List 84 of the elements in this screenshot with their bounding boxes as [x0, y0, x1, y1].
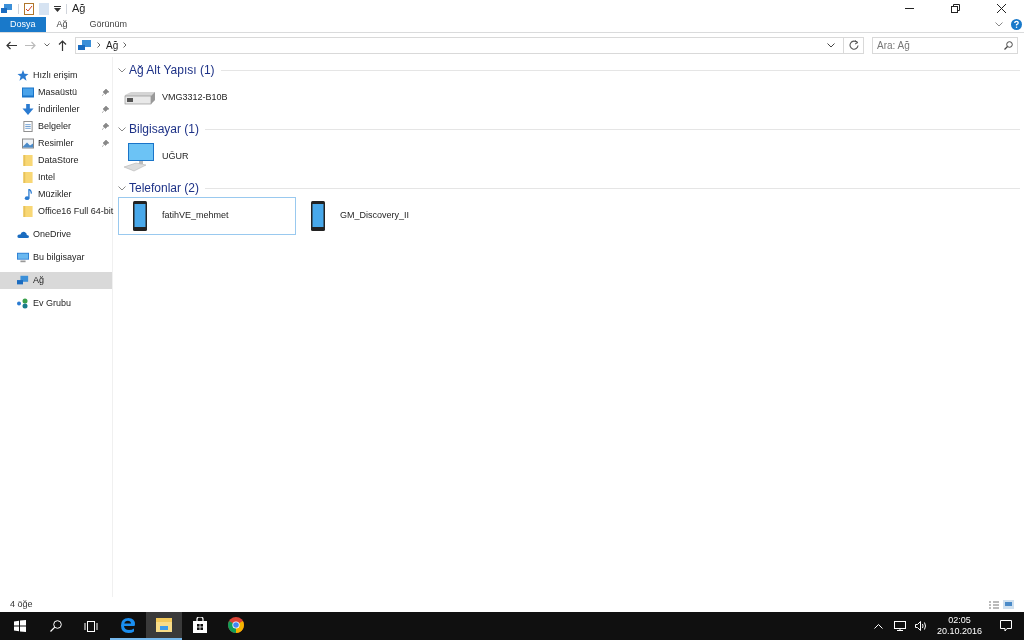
sidebar-item[interactable]: Müzikler	[0, 186, 112, 203]
windows-logo-icon	[14, 620, 26, 632]
chevron-right-icon[interactable]	[123, 42, 128, 48]
clock-date[interactable]: 20.10.2016	[936, 626, 982, 637]
pin-icon[interactable]	[102, 89, 109, 96]
dropdown-icon[interactable]	[827, 42, 835, 48]
minimize-icon	[904, 8, 914, 9]
pin-icon[interactable]	[102, 140, 109, 147]
chevron-right-icon[interactable]	[97, 42, 101, 48]
network-device-tile[interactable]: fatihVE_mehmet	[118, 197, 296, 235]
pin-icon[interactable]	[102, 123, 109, 130]
ribbon-tab[interactable]: Görünüm	[78, 17, 139, 32]
network-icon	[17, 275, 29, 286]
notification-icon	[1000, 620, 1012, 632]
close-icon	[996, 4, 1006, 13]
properties-icon[interactable]	[24, 2, 34, 15]
folder-icon	[22, 206, 34, 217]
large-icons-view-icon[interactable]	[1003, 600, 1014, 609]
back-arrow-icon[interactable]	[6, 40, 17, 50]
pin-icon[interactable]	[102, 106, 109, 113]
sidebar-item[interactable]: Masaüstü	[0, 84, 112, 101]
group-header[interactable]: Bilgisayar (1)	[129, 120, 200, 138]
ribbon-tab[interactable]: Dosya	[0, 17, 46, 32]
chrome-like-icon	[228, 617, 244, 633]
down-arrow-icon	[22, 104, 34, 115]
sidebar-item[interactable]: DataStore	[0, 152, 112, 169]
document-icon	[22, 121, 34, 132]
browser-icon	[120, 617, 136, 633]
folder-icon	[22, 155, 34, 166]
window-title: Ağ	[72, 1, 86, 17]
sidebar-item[interactable]: Hızlı erişim	[0, 67, 112, 84]
computer-icon	[124, 141, 156, 173]
desktop-icon	[22, 87, 34, 98]
item-count: 4 öğe	[10, 597, 33, 611]
task-view-icon	[84, 620, 98, 632]
sidebar-item[interactable]: Resimler	[0, 135, 112, 152]
chevron-icon[interactable]	[118, 126, 126, 132]
network-device-tile[interactable]: UĞUR	[118, 138, 296, 176]
up-arrow-icon[interactable]	[58, 39, 67, 51]
sidebar-item[interactable]: Ev Grubu	[0, 295, 112, 312]
search-icon	[50, 620, 62, 632]
star-icon	[17, 70, 29, 81]
sidebar-item[interactable]: Office16 Full 64-bit	[0, 203, 112, 220]
chevron-icon[interactable]	[118, 67, 126, 73]
sidebar-item[interactable]: OneDrive	[0, 226, 112, 243]
breadcrumb-item[interactable]: Ağ	[106, 37, 119, 53]
network-device-tile[interactable]: VMG3312-B10B	[118, 79, 296, 117]
refresh-icon[interactable]	[849, 40, 859, 50]
help-icon[interactable]	[1011, 19, 1022, 30]
network-icon	[1, 3, 13, 14]
dropdown-icon[interactable]	[54, 5, 61, 12]
phone-icon	[133, 201, 147, 231]
music-note-icon	[22, 189, 34, 200]
restore-icon	[950, 4, 960, 13]
chevron-icon[interactable]	[118, 185, 126, 191]
recent-dropdown-icon[interactable]	[44, 43, 50, 47]
phone-icon	[311, 201, 325, 231]
speaker-icon[interactable]	[914, 621, 927, 631]
network-device-tile[interactable]: GM_Discovery_II	[296, 197, 474, 235]
shopping-bag-icon	[192, 617, 208, 633]
ribbon-tab[interactable]: Ağ	[45, 17, 79, 32]
sidebar-item[interactable]: İndirilenler	[0, 101, 112, 118]
expand-ribbon-icon[interactable]	[995, 22, 1003, 27]
chevron-up-icon[interactable]	[873, 623, 883, 629]
group-header[interactable]: Telefonlar (2)	[129, 179, 200, 197]
network-tray-icon[interactable]	[893, 621, 906, 631]
cloud-icon	[17, 229, 29, 240]
folder-icon	[22, 172, 34, 183]
sidebar-item[interactable]: Belgeler	[0, 118, 112, 135]
address-bar[interactable]: Ağ	[75, 36, 864, 54]
sidebar-item[interactable]: Ağ	[0, 272, 112, 289]
network-icon	[78, 39, 92, 51]
picture-icon	[22, 138, 34, 149]
monitor-icon	[17, 252, 29, 263]
clock-time[interactable]: 02:05	[948, 615, 971, 626]
taskbar-app[interactable]	[146, 612, 182, 640]
search-field[interactable]: Ara: Ağ	[872, 36, 1018, 54]
group-header[interactable]: Ağ Alt Yapısı (1)	[129, 61, 215, 79]
router-icon	[123, 91, 157, 105]
search-icon	[1004, 40, 1013, 50]
sidebar-item[interactable]: Bu bilgisayar	[0, 249, 112, 266]
folder-icon	[156, 617, 172, 633]
sidebar-item[interactable]: Intel	[0, 169, 112, 186]
people-icon	[17, 298, 29, 309]
